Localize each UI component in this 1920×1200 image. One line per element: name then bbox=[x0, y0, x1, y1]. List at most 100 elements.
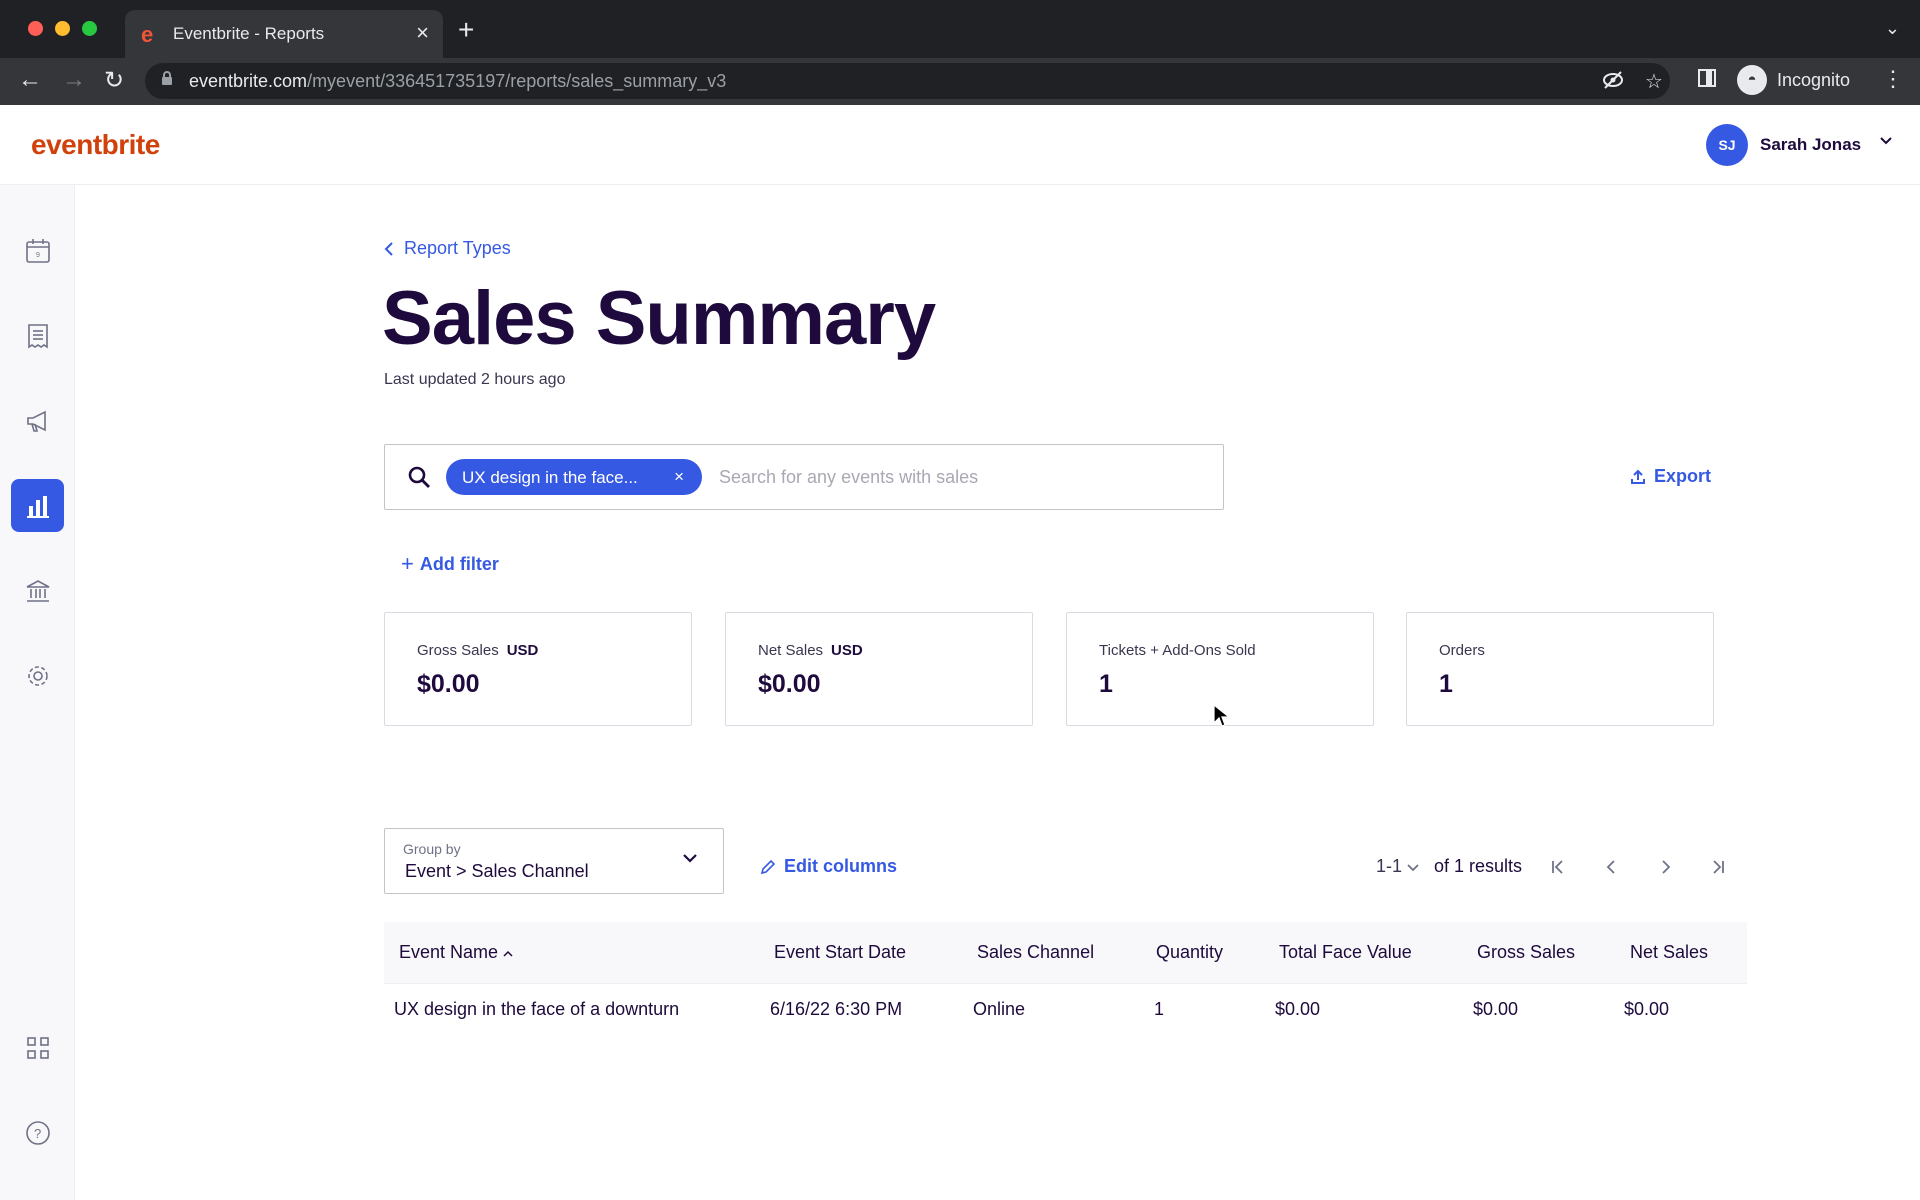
forward-arrow-icon[interactable]: → bbox=[62, 66, 86, 94]
minimize-window-button[interactable] bbox=[55, 21, 70, 36]
card-value: $0.00 bbox=[417, 670, 480, 698]
chevron-left-icon bbox=[384, 241, 393, 256]
column-header-event-start-date[interactable]: Event Start Date bbox=[774, 942, 906, 963]
browser-toolbar: ← → ↻ eventbrite.com/myevent/33645173519… bbox=[0, 58, 1920, 105]
page-size-select[interactable]: 1-1 bbox=[1376, 856, 1420, 877]
side-panel-icon[interactable] bbox=[1698, 69, 1716, 87]
browser-tab[interactable]: e Eventbrite - Reports × bbox=[125, 10, 443, 58]
back-link-label: Report Types bbox=[404, 238, 511, 258]
card-unit: USD bbox=[831, 642, 863, 659]
close-tab-icon[interactable]: × bbox=[416, 20, 429, 46]
maximize-window-button[interactable] bbox=[82, 21, 97, 36]
column-header-gross-sales[interactable]: Gross Sales bbox=[1477, 942, 1575, 963]
search-input[interactable] bbox=[719, 463, 1199, 491]
close-window-button[interactable] bbox=[28, 21, 43, 36]
card-label-text: Net Sales bbox=[758, 642, 824, 659]
first-page-icon bbox=[1552, 860, 1563, 874]
url-text: eventbrite.com/myevent/336451735197/repo… bbox=[189, 71, 726, 92]
pencil-icon bbox=[760, 859, 776, 874]
browser-tab-bar: e Eventbrite - Reports × + ⌄ bbox=[0, 0, 1920, 58]
megaphone-icon bbox=[26, 410, 46, 432]
address-bar[interactable]: eventbrite.com/myevent/336451735197/repo… bbox=[145, 63, 1670, 99]
cell-event-start-date: 6/16/22 6:30 PM bbox=[770, 999, 903, 1019]
remove-chip-icon[interactable]: × bbox=[674, 467, 684, 487]
card-label-text: Gross Sales bbox=[417, 642, 499, 659]
card-label: Gross Sales USD bbox=[417, 642, 538, 659]
sidebar-item-orders[interactable] bbox=[11, 309, 64, 362]
edit-columns-label: Edit columns bbox=[784, 856, 898, 876]
last-page-button[interactable] bbox=[1703, 852, 1733, 882]
card-value: 1 bbox=[1439, 670, 1453, 698]
add-filter-button[interactable]: + Add filter bbox=[401, 551, 499, 577]
card-label: Tickets + Add-Ons Sold bbox=[1099, 642, 1256, 659]
column-header-sales-channel[interactable]: Sales Channel bbox=[977, 942, 1094, 963]
card-label: Net Sales USD bbox=[758, 642, 863, 659]
incognito-icon[interactable]: ◓ bbox=[1737, 65, 1767, 95]
event-filter-chip[interactable]: UX design in the face... × bbox=[446, 459, 702, 495]
cell-sales-channel: Online bbox=[973, 999, 1026, 1019]
edit-columns-button[interactable]: Edit columns bbox=[760, 856, 897, 877]
sidebar-item-finance[interactable] bbox=[11, 564, 64, 617]
last-page-icon bbox=[1713, 860, 1724, 874]
bank-icon bbox=[26, 579, 49, 602]
eye-slash-icon[interactable] bbox=[1602, 69, 1624, 97]
svg-text:9: 9 bbox=[36, 252, 40, 259]
more-menu-icon[interactable]: ⋮ bbox=[1882, 66, 1904, 92]
sidebar-item-apps[interactable] bbox=[11, 1021, 64, 1074]
next-page-button[interactable] bbox=[1650, 852, 1680, 882]
search-icon bbox=[407, 465, 431, 494]
page-range: 1-1 bbox=[1376, 856, 1403, 876]
sidebar-item-reports[interactable] bbox=[11, 479, 64, 532]
first-page-button[interactable] bbox=[1543, 852, 1573, 882]
group-by-select[interactable]: Group by Event > Sales Channel bbox=[384, 828, 724, 894]
eventbrite-logo[interactable]: eventbrite bbox=[31, 129, 160, 161]
event-search-box[interactable]: UX design in the face... × bbox=[384, 444, 1224, 510]
sidebar-item-events[interactable]: 9 bbox=[11, 224, 64, 277]
bookmark-star-icon[interactable]: ☆ bbox=[1645, 69, 1663, 94]
tab-title: Eventbrite - Reports bbox=[173, 24, 325, 43]
column-header-net-sales[interactable]: Net Sales bbox=[1630, 942, 1708, 963]
event-filter-chip-label: UX design in the face... bbox=[462, 468, 638, 487]
cell-total-face-value: $0.00 bbox=[1275, 999, 1321, 1019]
export-button[interactable]: Export bbox=[1630, 466, 1711, 487]
card-label-text: Tickets + Add-Ons Sold bbox=[1099, 642, 1256, 659]
apps-grid-icon bbox=[26, 1036, 49, 1059]
chevron-left-icon bbox=[1606, 860, 1615, 874]
previous-page-button[interactable] bbox=[1597, 852, 1627, 882]
orders-card: Orders 1 bbox=[1406, 612, 1714, 726]
user-menu[interactable]: SJ Sarah Jonas bbox=[1706, 122, 1904, 168]
back-arrow-icon[interactable]: ← bbox=[18, 66, 42, 94]
sidebar-item-settings[interactable] bbox=[11, 649, 64, 702]
cell-net-sales: $0.00 bbox=[1624, 999, 1670, 1019]
card-value: $0.00 bbox=[758, 670, 821, 698]
incognito-label[interactable]: Incognito bbox=[1777, 70, 1850, 91]
cell-quantity: 1 bbox=[1154, 999, 1165, 1019]
svg-text:?: ? bbox=[34, 1126, 41, 1141]
last-updated-text: Last updated 2 hours ago bbox=[384, 371, 566, 388]
cell-event-name[interactable]: UX design in the face of a downturn bbox=[394, 999, 679, 1020]
reload-icon[interactable]: ↻ bbox=[104, 66, 124, 95]
chevron-down-icon bbox=[1407, 863, 1419, 871]
lock-icon[interactable] bbox=[161, 70, 173, 91]
sidebar-item-help[interactable]: ? bbox=[11, 1106, 64, 1159]
chevron-right-icon bbox=[1662, 860, 1671, 874]
tab-search-chevron-icon[interactable]: ⌄ bbox=[1885, 18, 1900, 39]
net-sales-card: Net Sales USD $0.00 bbox=[725, 612, 1033, 726]
avatar: SJ bbox=[1706, 124, 1748, 166]
card-label-text: Orders bbox=[1439, 642, 1485, 659]
sidebar-item-marketing[interactable] bbox=[11, 394, 64, 447]
column-header-total-face-value[interactable]: Total Face Value bbox=[1279, 942, 1412, 963]
card-value: 1 bbox=[1099, 670, 1113, 698]
plus-icon: + bbox=[401, 551, 414, 576]
back-to-report-types-link[interactable]: Report Types bbox=[384, 238, 511, 259]
column-header-quantity[interactable]: Quantity bbox=[1156, 942, 1223, 963]
results-count: of 1 results bbox=[1434, 856, 1523, 876]
cell-gross-sales: $0.00 bbox=[1473, 999, 1519, 1019]
add-filter-label: Add filter bbox=[419, 553, 499, 574]
column-header-event-name[interactable]: Event Name bbox=[399, 942, 513, 963]
chevron-down-icon bbox=[1878, 132, 1894, 153]
url-host: eventbrite.com bbox=[189, 71, 308, 91]
new-tab-icon[interactable]: + bbox=[458, 14, 474, 46]
pagination-summary: 1-1 of 1 results bbox=[1376, 856, 1522, 877]
card-label: Orders bbox=[1439, 642, 1485, 659]
